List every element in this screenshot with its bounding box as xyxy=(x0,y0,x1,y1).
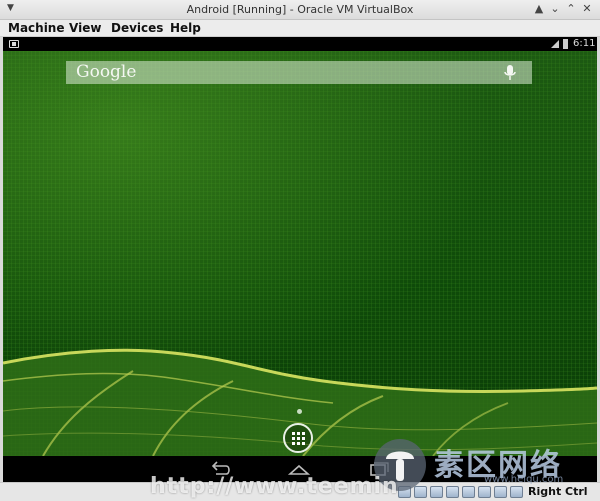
watermark-url: http://www.teemin xyxy=(150,474,399,499)
leaf-illustration xyxy=(3,348,597,456)
status-clock: 6:11 xyxy=(573,38,596,49)
menu-machine[interactable]: Machine xyxy=(8,20,65,37)
menubar: Machine View Devices Help xyxy=(0,20,600,37)
menu-devices[interactable]: Devices xyxy=(111,20,163,37)
shared-folders-indicator-icon[interactable] xyxy=(446,486,459,498)
microphone-icon[interactable] xyxy=(502,64,518,81)
all-apps-button[interactable] xyxy=(283,423,313,453)
home-wallpaper[interactable]: Google xyxy=(3,51,597,456)
video-capture-indicator-icon[interactable] xyxy=(478,486,491,498)
host-key-label: Right Ctrl xyxy=(528,485,588,498)
window-title: Android [Running] - Oracle VM VirtualBox xyxy=(186,3,414,16)
minimize-icon[interactable]: ⌄ xyxy=(548,2,562,15)
page-indicator-dot xyxy=(297,409,302,414)
signal-icon xyxy=(551,40,559,48)
mouse-integration-indicator-icon[interactable] xyxy=(510,486,523,498)
maximize-icon[interactable]: ⌃ xyxy=(564,2,578,15)
menu-help[interactable]: Help xyxy=(170,20,201,37)
android-screen[interactable]: 6:11 Google xyxy=(3,37,597,482)
virtualization-indicator-icon[interactable] xyxy=(494,486,507,498)
window-up-icon[interactable]: ▲ xyxy=(532,2,546,15)
window-titlebar[interactable]: ▼ Android [Running] - Oracle VM VirtualB… xyxy=(0,0,600,20)
google-label: Google xyxy=(76,62,137,82)
menu-view[interactable]: View xyxy=(69,20,101,37)
notification-icon xyxy=(9,40,19,48)
usb-indicator-icon[interactable] xyxy=(430,486,443,498)
network-indicator-icon[interactable] xyxy=(462,486,475,498)
android-statusbar: 6:11 xyxy=(3,37,597,51)
battery-icon xyxy=(563,39,568,49)
close-icon[interactable]: ✕ xyxy=(580,2,594,15)
apps-grid-icon xyxy=(292,432,305,445)
google-search-bar[interactable]: Google xyxy=(66,61,532,84)
watermark-site: www.heiqu.com xyxy=(484,474,564,485)
